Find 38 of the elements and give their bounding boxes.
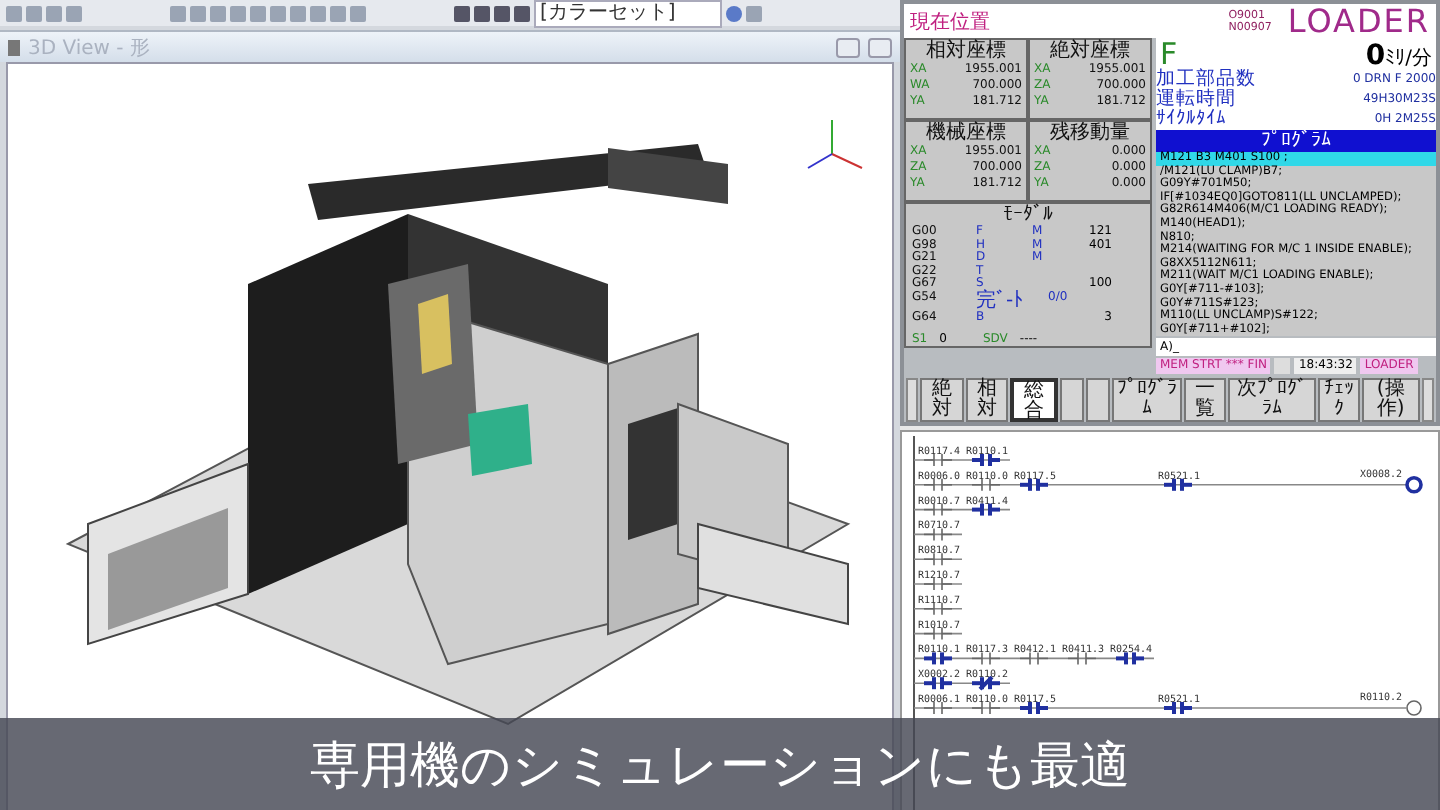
softkey[interactable]: 絶対 (920, 378, 964, 422)
minimize-button[interactable] (836, 37, 860, 57)
softkey[interactable]: ﾁｪｯｸ (1317, 378, 1361, 422)
screen-title: 現在位置 (910, 9, 992, 35)
ladder-wire (913, 583, 963, 585)
info-label: ｻｲｸﾙﾀｲﾑ (1156, 110, 1226, 130)
close-button[interactable] (868, 37, 892, 57)
softkey[interactable]: 相対 (965, 378, 1009, 422)
axis-triad-icon (807, 119, 863, 169)
panel-title: 絶対座標 (1048, 40, 1132, 62)
panel-title: 残移動量 (1048, 122, 1132, 144)
feed-label: F (1160, 40, 1178, 70)
window-title: 3D View - 形 (28, 35, 152, 61)
softkey[interactable]: 総合 (1010, 378, 1058, 422)
color-set-dropdown[interactable]: [カラーセット] (534, 0, 722, 27)
panel-title: 相対座標 (924, 40, 1008, 62)
ladder-wire (913, 608, 963, 610)
ladder-wire (913, 558, 963, 560)
ladder-wire (913, 533, 963, 536)
status-cell (1274, 358, 1291, 374)
softkey[interactable]: (操作) (1362, 378, 1420, 422)
sphere-icon[interactable] (725, 5, 742, 21)
softkey[interactable]: ﾌﾟﾛｸﾞﾗﾑ (1111, 378, 1182, 422)
address-label: 完ﾞ-ﾄ (976, 291, 1026, 312)
softkey[interactable] (1085, 378, 1110, 422)
ladder-wire (913, 632, 963, 635)
feed-unit: ﾐﾘ/分 (1385, 50, 1432, 70)
info-label: 運転時間 (1156, 90, 1236, 110)
softkey[interactable]: 次ﾌﾟﾛｸﾞﾗﾑ (1228, 378, 1316, 422)
softkey[interactable]: 一覧 (1183, 378, 1227, 422)
feed-value: 0 (1365, 42, 1386, 70)
info-label: 加工部品数 (1156, 70, 1256, 90)
softkey[interactable] (1059, 378, 1084, 422)
panel-title: 機械座標 (924, 122, 1008, 144)
panel-title: ﾓｰﾀﾞﾙ (1001, 204, 1055, 226)
document-icon (8, 39, 20, 55)
mode-label: LOADER (1287, 2, 1430, 40)
caption-text: 専用機のシミュレーションにも最適 (310, 733, 1130, 797)
